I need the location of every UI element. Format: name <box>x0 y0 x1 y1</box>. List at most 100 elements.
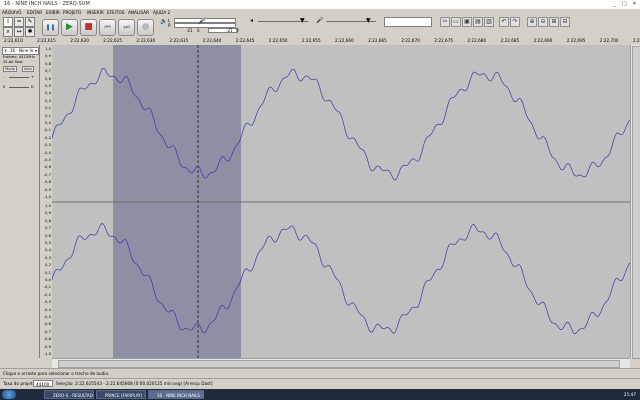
close-track-icon[interactable]: ✕ <box>4 48 7 54</box>
close-button[interactable]: ✕ <box>630 1 639 7</box>
multi-tool-icon[interactable]: ✱ <box>25 27 35 37</box>
vertical-amplitude-scale: 1,0 0,9 0,8 0,7 0,6 0,5 0,4 0,3 0,2 0,1 0,0 -0,1 -0,… <box>40 45 52 358</box>
stop-button[interactable]: ■ <box>80 19 97 36</box>
amplitude-scale-label: 0,2 <box>44 105 51 111</box>
zoom-in-icon[interactable]: ⊕ <box>527 17 537 27</box>
ruler-tick-label: 2:22,620 <box>70 38 89 43</box>
fit-selection-icon[interactable]: ⊞ <box>549 17 559 27</box>
ruler-tick-label: 2:22,645 <box>235 38 255 43</box>
amplitude-scale-label: -0,6 <box>43 164 51 170</box>
cut-icon[interactable]: ✂ <box>440 17 450 27</box>
record-icon: ● <box>141 22 150 32</box>
menu-analisar[interactable]: ANALISAR <box>128 9 149 16</box>
speaker-icon: 🔈 <box>160 18 168 25</box>
amplitude-scale-label: 0,7 <box>44 225 51 231</box>
ruler-tick-label: 2:22,680 <box>467 38 487 43</box>
amplitude-scale-label: 0,5 <box>44 240 51 245</box>
ruler-tick-label: 2:22,635 <box>169 38 189 43</box>
ruler-tick-label: 2:22,615 <box>37 38 56 43</box>
amplitude-scale-label: 0,4 <box>44 247 51 253</box>
taskbar-item-prince[interactable]: PRINCE (FAIRPLAY) - PRIN... <box>96 390 146 399</box>
ruler-tick-label: 2:22,650 <box>268 38 288 43</box>
skip-start-button[interactable]: ⏮ <box>99 19 116 36</box>
gain-max-label: + <box>31 75 35 79</box>
minimize-button[interactable]: _ <box>610 1 619 7</box>
vertical-scroll-thumb[interactable] <box>632 46 640 359</box>
volume-thumb-icon[interactable]: ▼ <box>300 17 305 24</box>
amplitude-scale-label: -0,9 <box>43 186 51 192</box>
menu-projeto[interactable]: PROJETO <box>63 9 81 16</box>
amplitude-scale-label: -1,0 <box>43 351 51 356</box>
start-button[interactable] <box>2 390 16 399</box>
ruler-tick-label: 2:22,700 <box>599 38 619 43</box>
amplitude-scale-label: 0,8 <box>44 60 51 66</box>
draw-pencil-icon[interactable]: ✎ <box>25 17 35 27</box>
amplitude-scale-label: 0,8 <box>44 217 51 223</box>
play-button[interactable]: ▶ <box>61 19 78 36</box>
hint-status-bar: Clique e arraste para selecionar o trech… <box>0 368 640 378</box>
solo-button[interactable]: Solo <box>22 66 34 72</box>
record-button[interactable]: ● <box>137 19 154 36</box>
pan-right-label: D <box>31 85 34 89</box>
skip-end-button[interactable]: ⏭ <box>118 19 135 36</box>
menu-efeitos[interactable]: EFEITOS <box>107 9 124 16</box>
trim-icon[interactable]: ▤ <box>473 17 483 27</box>
amplitude-scale-label: 0,1 <box>44 269 51 275</box>
menu-exibir[interactable]: EXIBIR <box>46 9 60 16</box>
menu-ajuda[interactable]: AJUDA 2 <box>153 9 170 16</box>
amplitude-scale-label: 0,3 <box>44 97 51 103</box>
status-hint: Clique e arraste para selecionar o trech… <box>3 371 110 376</box>
taskbar-item-audacity[interactable]: 16 - NINE INCH NAILS - Z... <box>148 390 204 399</box>
ruler-tick-label: 2:22,690 <box>533 38 553 43</box>
waveform-display[interactable] <box>52 45 630 358</box>
track-bitdepth: 32-bit float <box>3 60 23 64</box>
horizontal-scrollbar[interactable] <box>52 358 630 368</box>
selection-status-bar: Taxa do projeto: 44100 Seleção: 2:22,625… <box>0 378 640 389</box>
maximize-button[interactable]: □ <box>620 1 629 7</box>
amplitude-scale-label: -0,6 <box>43 321 51 327</box>
redo-icon[interactable]: ↷ <box>510 17 520 27</box>
track-format: Estéreo, 44100Hz <box>3 55 35 59</box>
project-rate-field[interactable]: 44100 <box>33 380 53 387</box>
zoom-icon[interactable]: ⌕ <box>3 27 13 37</box>
silence-icon[interactable]: ▥ <box>484 17 494 27</box>
envelope-icon[interactable]: ≈ <box>14 17 24 27</box>
recording-thumb-icon[interactable]: ▼ <box>366 17 371 24</box>
amplitude-scale-label: -0,2 <box>43 291 51 297</box>
pan-slider[interactable] <box>9 87 29 88</box>
amplitude-scale-label: -0,3 <box>43 142 51 148</box>
timeshift-icon[interactable]: ↔ <box>14 27 24 37</box>
amplitude-scale-label: -0,4 <box>43 306 51 312</box>
amplitude-scale-label: 0,6 <box>44 232 51 238</box>
ruler-tick-label: 2:22,610 <box>4 38 23 43</box>
ruler-tick-label: 2:22,630 <box>136 38 156 43</box>
gain-slider[interactable] <box>9 77 29 78</box>
amplitude-scale-label: -0,8 <box>43 179 51 185</box>
undo-icon[interactable]: ↶ <box>499 17 509 27</box>
copy-icon[interactable]: ▭ <box>451 17 461 27</box>
chevron-down-icon[interactable]: ▾ <box>35 48 37 54</box>
input-meter <box>208 28 238 33</box>
mute-button[interactable]: Mudo <box>3 66 17 72</box>
taskbar-clock: 21:47 <box>623 392 636 397</box>
menu-arquivo[interactable]: ARQUIVO <box>2 9 21 16</box>
meter-tick-d: 0 <box>236 28 239 33</box>
menu-editar[interactable]: EDITAR <box>27 9 42 16</box>
select-cursor-icon[interactable]: I <box>3 17 13 27</box>
input-device-select[interactable] <box>384 17 432 27</box>
horizontal-scroll-thumb[interactable] <box>58 360 620 368</box>
taskbar-item-zero[interactable]: ZERO-S - RESULTADOS D... <box>44 390 94 399</box>
vertical-scrollbar[interactable] <box>630 45 640 359</box>
amplitude-scale-label: 0,7 <box>44 68 51 74</box>
track-name-menu[interactable]: ✕ 16 - Nine In ▾ <box>2 47 39 55</box>
fit-project-icon[interactable]: ⊟ <box>560 17 570 27</box>
menu-inserir[interactable]: INSERIR <box>87 9 104 16</box>
menu-bar: ARQUIVO EDITAR EXIBIR PROJETO INSERIR EF… <box>0 9 640 16</box>
amplitude-scale-label: -0,4 <box>43 149 51 155</box>
pause-button[interactable]: ❚❚ <box>42 19 59 36</box>
amplitude-scale-label: -0,5 <box>43 314 51 319</box>
ruler-tick-label: 2:22,675 <box>434 38 454 43</box>
paste-icon[interactable]: ▣ <box>462 17 472 27</box>
meter-right-label: R <box>168 23 171 28</box>
zoom-out-icon[interactable]: ⊖ <box>538 17 548 27</box>
